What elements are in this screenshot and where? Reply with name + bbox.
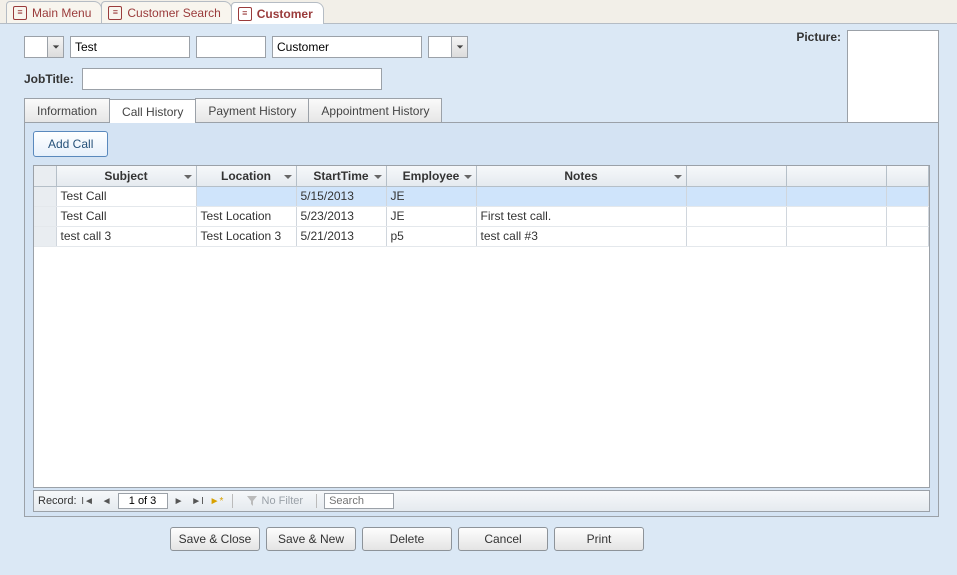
tab-main-menu[interactable]: ≡ Main Menu [6,1,102,23]
funnel-icon [246,495,258,507]
tab-label: Customer [257,7,313,21]
record-position-input[interactable] [118,493,168,509]
cell-location[interactable]: Test Location [196,206,296,226]
tab-label: Payment History [208,104,296,118]
row-selector[interactable] [34,206,56,226]
nav-first-button[interactable]: I◄ [80,493,96,509]
row-selector[interactable] [34,186,56,206]
col-notes[interactable]: Notes [476,166,686,186]
form-icon: ≡ [238,7,252,21]
nav-last-button[interactable]: ►I [190,493,206,509]
table-row[interactable]: Test Call Test Location 5/23/2013 JE Fir… [34,206,929,226]
last-name-field[interactable] [272,36,422,58]
col-empty[interactable] [886,166,929,186]
chevron-down-icon[interactable] [283,171,293,181]
add-call-button[interactable]: Add Call [33,131,108,157]
suffix-combo[interactable] [428,36,468,58]
tab-label: Customer Search [127,6,220,20]
nav-next-button[interactable]: ► [171,493,187,509]
form-icon: ≡ [13,6,27,20]
tab-label: Main Menu [32,6,91,20]
cancel-button[interactable]: Cancel [458,527,548,551]
col-empty[interactable] [686,166,786,186]
tab-call-history[interactable]: Call History [109,99,196,123]
search-input[interactable] [324,493,394,509]
first-name-field[interactable] [70,36,190,58]
cell-employee[interactable]: p5 [386,226,476,246]
tab-label: Call History [122,105,183,119]
tab-appointment-history[interactable]: Appointment History [308,98,442,122]
picture-label: Picture: [796,30,841,44]
picture-frame[interactable] [847,30,939,126]
table-row[interactable]: test call 3 Test Location 3 5/21/2013 p5… [34,226,929,246]
cell-employee[interactable]: JE [386,186,476,206]
cell-starttime[interactable]: 5/23/2013 [296,206,386,226]
save-close-button[interactable]: Save & Close [170,527,260,551]
cell-location[interactable] [196,186,296,206]
cell-notes[interactable] [476,186,686,206]
save-new-button[interactable]: Save & New [266,527,356,551]
customer-tab-control: Information Call History Payment History… [24,96,939,517]
chevron-down-icon[interactable] [451,37,467,57]
picture-box: Picture: [796,30,939,126]
separator [232,494,233,508]
form-footer-buttons: Save & Close Save & New Delete Cancel Pr… [170,527,957,551]
table-row[interactable]: Test Call 5/15/2013 JE [34,186,929,206]
delete-button[interactable]: Delete [362,527,452,551]
no-filter-indicator[interactable]: No Filter [246,495,304,507]
grid-header-row: Subject Location StartTime Employee Note… [34,166,929,186]
tab-label: Appointment History [321,104,429,118]
window-tab-strip: ≡ Main Menu ≡ Customer Search ≡ Customer [0,0,957,24]
call-history-page: Add Call [24,122,939,517]
middle-name-field[interactable] [196,36,266,58]
separator [316,494,317,508]
job-title-label: JobTitle: [24,72,74,86]
tab-customer-search[interactable]: ≡ Customer Search [101,1,231,23]
col-employee[interactable]: Employee [386,166,476,186]
tab-label: Information [37,104,97,118]
chevron-down-icon[interactable] [673,171,683,181]
col-location[interactable]: Location [196,166,296,186]
cell-subject[interactable]: test call 3 [56,226,196,246]
form-icon: ≡ [108,6,122,20]
cell-notes[interactable]: First test call. [476,206,686,226]
chevron-down-icon[interactable] [183,171,193,181]
chevron-down-icon[interactable] [47,37,63,57]
cell-notes[interactable]: test call #3 [476,226,686,246]
cell-starttime[interactable]: 5/15/2013 [296,186,386,206]
select-all-corner[interactable] [34,166,56,186]
tab-information[interactable]: Information [24,98,110,122]
tab-payment-history[interactable]: Payment History [195,98,309,122]
col-empty[interactable] [786,166,886,186]
cell-subject[interactable]: Test Call [56,186,196,206]
print-button[interactable]: Print [554,527,644,551]
calls-grid: Subject Location StartTime Employee Note… [33,165,930,488]
tab-customer[interactable]: ≡ Customer [231,2,324,24]
cell-employee[interactable]: JE [386,206,476,226]
customer-form-header: JobTitle: Picture: [0,24,957,96]
record-navigator: Record: I◄ ◄ ► ►I ►* No Filter [33,490,930,512]
col-subject[interactable]: Subject [56,166,196,186]
job-title-field[interactable] [82,68,382,90]
prefix-combo[interactable] [24,36,64,58]
chevron-down-icon[interactable] [463,171,473,181]
nav-prev-button[interactable]: ◄ [99,493,115,509]
cell-location[interactable]: Test Location 3 [196,226,296,246]
cell-subject[interactable]: Test Call [56,206,196,226]
record-label: Record: [38,495,77,507]
col-starttime[interactable]: StartTime [296,166,386,186]
cell-starttime[interactable]: 5/21/2013 [296,226,386,246]
nav-new-record-button[interactable]: ►* [209,493,225,509]
row-selector[interactable] [34,226,56,246]
chevron-down-icon[interactable] [373,171,383,181]
